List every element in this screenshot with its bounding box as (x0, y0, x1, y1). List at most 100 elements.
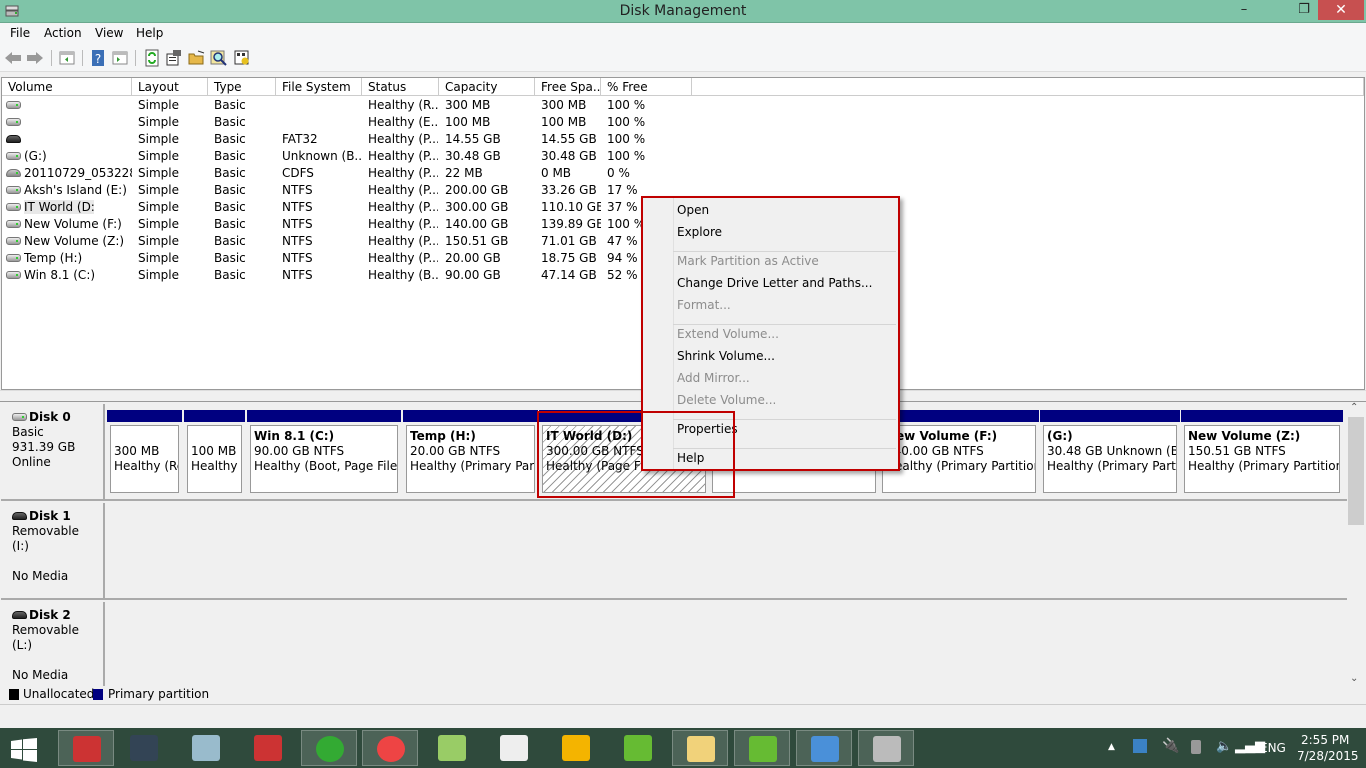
column-header-file-system[interactable]: File System (276, 78, 362, 96)
partition-size: 100 MB (191, 444, 237, 458)
table-row[interactable]: Simple Basic Healthy (E... 100 MB 100 MB 100 … (2, 114, 1364, 131)
table-row[interactable]: (G:) Simple Basic Unknown (B... Healthy (P..… (2, 148, 1364, 165)
cell-fs: NTFS (282, 234, 313, 248)
taskbar-apps-launcher-button[interactable] (486, 730, 542, 766)
taskbar-keep-button[interactable] (548, 730, 604, 766)
disk-info-2[interactable]: Disk 2 Removable (L:) No Media (4, 602, 105, 686)
column-header-status[interactable]: Status (362, 78, 439, 96)
clock-time[interactable]: 2:55 PM (1301, 733, 1349, 747)
partition-block[interactable]: 100 MB Healthy ( (184, 410, 245, 496)
toolbar-separator (135, 50, 136, 66)
hard-disk-icon (6, 237, 21, 245)
hard-disk-icon (6, 101, 21, 109)
partition-block[interactable]: Win 8.1 (C:) 90.00 GB NTFS Healthy (Boot, … (247, 410, 401, 496)
restore-button[interactable]: ❐ (1290, 0, 1318, 20)
partition-label: New Volume (Z:) (1188, 429, 1301, 443)
cell-status: Healthy (P... (368, 200, 438, 214)
back-icon[interactable] (4, 49, 22, 67)
show-hidden-icons[interactable]: ▲ (1108, 742, 1115, 752)
menu-item-shrink-volume[interactable]: Shrink Volume... (677, 349, 775, 363)
column-header-volume[interactable]: Volume (2, 78, 132, 96)
menu-view[interactable]: View (95, 26, 123, 40)
toolbar-separator (51, 50, 52, 66)
properties-icon[interactable] (165, 49, 183, 67)
disk-info-1[interactable]: Disk 1 Removable (I:) No Media (4, 503, 105, 598)
cell-status: Healthy (P... (368, 132, 438, 146)
disk-row-2: Disk 2 Removable (L:) No Media (1, 600, 1347, 686)
search-icon[interactable] (210, 49, 228, 67)
scroll-up-icon[interactable]: ⌃ (1350, 402, 1358, 413)
partition-block[interactable]: (G:)30.48 GB Unknown (BitLHealthy (Prima… (1040, 410, 1180, 496)
cell-layout: Simple (138, 166, 179, 180)
taskbar-bluestacks-2-button[interactable] (734, 730, 790, 766)
partition-block[interactable]: New Volume (Z:) 150.51 GB NTFS Healthy (Pr… (1181, 410, 1343, 496)
partition-body: New Volume (F:) 140.00 GB NTFS Healthy (Pr… (882, 425, 1036, 493)
apps-launcher-icon (500, 735, 528, 761)
clock-date[interactable]: 7/28/2015 (1297, 749, 1359, 763)
menu-help[interactable]: Help (136, 26, 163, 40)
cell-status: Healthy (P... (368, 183, 438, 197)
column-header-percent-free[interactable]: % Free (601, 78, 692, 96)
minimize-button[interactable]: – (1230, 0, 1258, 20)
disk-row-1: Disk 1 Removable (I:) No Media (1, 501, 1347, 600)
column-header-layout[interactable]: Layout (132, 78, 208, 96)
taskbar-performance-monitor-button[interactable] (178, 730, 234, 766)
taskbar-office-app-button[interactable] (240, 730, 296, 766)
volume-icon[interactable]: 🔈 (1216, 739, 1232, 754)
show-hide-console-tree-icon[interactable] (58, 49, 76, 67)
taskbar-bluestacks-button[interactable] (610, 730, 666, 766)
scroll-down-icon[interactable]: ⌄ (1350, 673, 1358, 684)
cell-free: 47.14 GB (541, 268, 597, 282)
table-row[interactable]: Simple Basic FAT32 Healthy (P... 14.55 GB 14.… (2, 131, 1364, 148)
taskbar-notepad-plus-plus-button[interactable] (424, 730, 480, 766)
cell-pct: 100 % (607, 132, 646, 146)
cell-fs: CDFS (282, 166, 314, 180)
cell-fs: NTFS (282, 251, 313, 265)
close-button[interactable]: ✕ (1318, 0, 1364, 20)
cell-capacity: 22 MB (445, 166, 483, 180)
disk-map-scrollbar[interactable]: ⌃ ⌄ (1347, 402, 1365, 686)
office-app-icon (254, 735, 282, 761)
disk-info-0[interactable]: Disk 0 Basic 931.39 GB Online (4, 404, 105, 499)
taskbar-disk-management-button[interactable] (858, 730, 914, 766)
partition-block[interactable]: Temp (H:) 20.00 GB NTFS Healthy (Primary P… (403, 410, 538, 496)
taskbar-control-panel-button[interactable] (796, 730, 852, 766)
refresh-icon[interactable] (143, 49, 161, 67)
taskbar-eye-app-button[interactable] (116, 730, 172, 766)
column-header-free-space[interactable]: Free Spa... (535, 78, 601, 96)
taskbar-installer-app-button[interactable] (301, 730, 357, 766)
language-indicator[interactable]: ENG (1260, 741, 1286, 755)
tray-app-icon[interactable] (1133, 739, 1147, 753)
partition-block[interactable]: 300 MB Healthy (Re (107, 410, 182, 496)
partition-type-bar (247, 410, 401, 422)
power-icon[interactable]: 🔌 (1162, 738, 1179, 754)
partition-type-bar (184, 410, 245, 422)
table-row[interactable]: 20110729_053228 (... Simple Basic CDFS Healt… (2, 165, 1364, 182)
start-icon[interactable] (11, 738, 37, 762)
cell-volume: Temp (H:) (24, 251, 83, 265)
menu-file[interactable]: File (10, 26, 30, 40)
partition-block[interactable]: New Volume (F:) 140.00 GB NTFS Healthy (Pr… (879, 410, 1039, 496)
hard-disk-icon (6, 271, 21, 279)
scrollbar-thumb[interactable] (1348, 417, 1364, 525)
column-header-capacity[interactable]: Capacity (439, 78, 535, 96)
menu-item-change-drive-letter-and-paths[interactable]: Change Drive Letter and Paths... (677, 276, 872, 290)
column-header-type[interactable]: Type (208, 78, 276, 96)
cell-pct: 100 % (607, 98, 646, 112)
settings-icon[interactable] (233, 49, 251, 67)
taskbar-adobe-reader-button[interactable] (58, 730, 114, 766)
taskbar-chrome-button[interactable] (362, 730, 418, 766)
taskbar-file-explorer-button[interactable] (672, 730, 728, 766)
table-row[interactable]: Simple Basic Healthy (R... 300 MB 300 MB 100 … (2, 97, 1364, 114)
cell-free: 100 MB (541, 115, 587, 129)
forward-icon[interactable] (26, 49, 44, 67)
partition-status: Healthy (Boot, Page File, C (254, 459, 398, 473)
menu-item-explore[interactable]: Explore (677, 225, 722, 239)
cell-capacity: 200.00 GB (445, 183, 509, 197)
menu-action[interactable]: Action (44, 26, 82, 40)
help-icon[interactable]: ? (89, 49, 107, 67)
open-folder-icon[interactable] (188, 49, 206, 67)
menu-item-open[interactable]: Open (677, 203, 709, 217)
safely-remove-icon[interactable] (1191, 740, 1201, 754)
show-hide-action-pane-icon[interactable] (111, 49, 129, 67)
